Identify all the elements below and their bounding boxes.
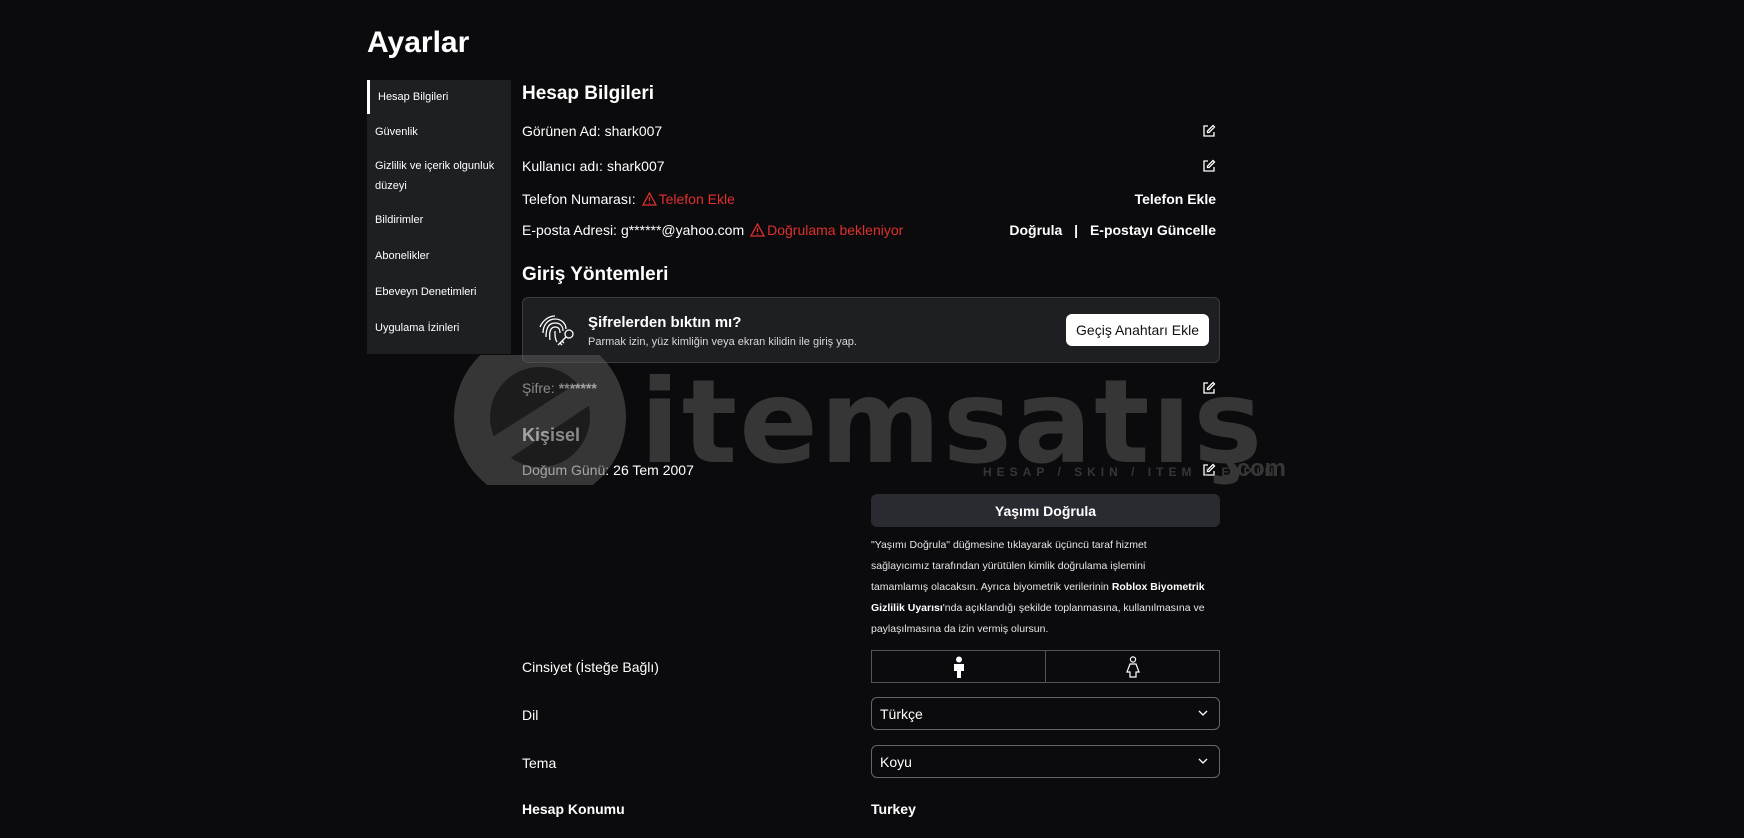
chevron-down-icon: [1198, 710, 1208, 716]
sidebar-item-account-info[interactable]: Hesap Bilgileri: [367, 80, 511, 114]
verify-age-button[interactable]: Yaşımı Doğrula: [871, 494, 1220, 527]
account-location-value: Turkey: [871, 801, 916, 817]
account-location-row: Hesap Konumu Turkey: [522, 799, 1220, 819]
email-actions: Doğrula | E-postayı Güncelle: [1009, 222, 1216, 238]
disclaimer-line: tamamlamış olacaksın. Ayrıca biyometrik …: [871, 577, 1220, 598]
account-info-title: Hesap Bilgileri: [522, 83, 654, 104]
sidebar-item-privacy[interactable]: Gizlilik ve içerik olgunluk: [367, 150, 511, 176]
settings-sidebar: Hesap Bilgileri Güvenlik Gizlilik ve içe…: [367, 80, 511, 354]
display-name-row: Görünen Ad: shark007: [522, 121, 1220, 141]
passkey-banner: Şifrelerden bıktın mı? Parmak izin, yüz …: [522, 297, 1220, 363]
sidebar-item-parental-controls[interactable]: Ebeveyn Denetimleri: [367, 274, 511, 310]
gender-label: Cinsiyet (İsteğe Bağlı): [522, 659, 659, 675]
passkey-subtitle: Parmak izin, yüz kimliğin veya ekran kil…: [588, 336, 857, 348]
language-value: Türkçe: [880, 705, 923, 722]
password-row: Şifre: *******: [522, 378, 1220, 398]
theme-select[interactable]: Koyu: [871, 745, 1220, 778]
gender-female-option[interactable]: [1045, 651, 1219, 682]
chevron-down-icon: [1198, 758, 1208, 764]
watermark-domain: .com: [1230, 455, 1287, 482]
biometric-notice-link[interactable]: Roblox Biyometrik: [1112, 581, 1205, 593]
edit-display-name-icon[interactable]: [1202, 124, 1216, 138]
phone-label: Telefon Numarası:: [522, 191, 636, 207]
biometric-notice-link[interactable]: Gizlilik Uyarısı: [871, 602, 943, 614]
disclaimer-text: 'nda açıklandığı şekilde toplanmasına, k…: [942, 602, 1205, 614]
disclaimer-line: "Yaşımı Doğrula" düğmesine tıklayarak üç…: [871, 539, 1147, 551]
theme-label: Tema: [522, 755, 557, 771]
disclaimer-text: tamamlamış olacaksın. Ayrıca biyometrik …: [871, 581, 1112, 593]
theme-value: Koyu: [880, 753, 912, 770]
password-label: Şifre:: [522, 380, 555, 396]
password-value: *******: [558, 380, 597, 396]
edit-username-icon[interactable]: [1202, 159, 1216, 173]
display-name-value: shark007: [604, 123, 663, 139]
update-email-link[interactable]: E-postayı Güncelle: [1090, 222, 1216, 238]
sidebar-item-security[interactable]: Güvenlik: [367, 114, 511, 150]
edit-password-icon[interactable]: [1202, 381, 1216, 395]
sidebar-item-notifications[interactable]: Bildirimler: [367, 202, 511, 238]
birthday-label: Doğum Günü:: [522, 462, 610, 478]
warning-icon: [641, 192, 657, 206]
email-label: E-posta Adresi:: [522, 222, 617, 238]
sidebar-item-subscriptions[interactable]: Abonelikler: [367, 238, 511, 274]
display-name-label: Görünen Ad:: [522, 123, 601, 139]
settings-page: Ayarlar Hesap Bilgileri Güvenlik Gizlili…: [0, 0, 1744, 838]
gender-selector: [871, 650, 1220, 683]
add-passkey-button[interactable]: Geçiş Anahtarı Ekle: [1066, 314, 1209, 346]
gender-male-option[interactable]: [872, 651, 1045, 682]
email-row: E-posta Adresi: g******@yahoo.com Doğrul…: [522, 220, 1220, 240]
page-title: Ayarlar: [367, 26, 470, 59]
username-label: Kullanıcı adı:: [522, 158, 603, 174]
sidebar-item-app-permissions[interactable]: Uygulama İzinleri: [367, 310, 511, 346]
username-row: Kullanıcı adı: shark007: [522, 156, 1220, 176]
login-methods-title: Giriş Yöntemleri: [522, 264, 669, 285]
sidebar-item-privacy-line2[interactable]: düzeyi: [367, 176, 511, 202]
phone-warning[interactable]: Telefon Ekle: [641, 191, 735, 207]
phone-warning-text: Telefon Ekle: [658, 191, 735, 207]
language-select[interactable]: Türkçe: [871, 697, 1220, 730]
verify-age-disclaimer: "Yaşımı Doğrula" düğmesine tıklayarak üç…: [871, 535, 1220, 640]
birthday-value: 26 Tem 2007: [613, 462, 694, 478]
personal-title: Kişisel: [522, 425, 581, 445]
female-icon: [1125, 655, 1140, 678]
disclaimer-line: sağlayıcımız tarafından yürütülen kimlik…: [871, 560, 1146, 572]
phone-row: Telefon Numarası: Telefon Ekle Telefon E…: [522, 189, 1220, 209]
disclaimer-line: Gizlilik Uyarısı'nda açıklandığı şekilde…: [871, 598, 1220, 619]
email-value: g******@yahoo.com: [620, 222, 745, 238]
language-label: Dil: [522, 707, 539, 723]
edit-birthday-icon[interactable]: [1202, 463, 1216, 477]
birthday-row: Doğum Günü: 26 Tem 2007: [522, 460, 1220, 480]
account-location-label: Hesap Konumu: [522, 801, 625, 817]
male-icon: [953, 656, 964, 678]
disclaimer-line: paylaşılmasına da izin vermiş olursun.: [871, 623, 1049, 635]
warning-icon: [750, 223, 766, 237]
fingerprint-key-icon: [539, 315, 574, 346]
main-content: Hesap Bilgileri Görünen Ad: shark007 Kul…: [522, 0, 1220, 838]
actions-separator: |: [1074, 222, 1079, 238]
username-value: shark007: [606, 158, 665, 174]
add-phone-link[interactable]: Telefon Ekle: [1135, 191, 1216, 207]
passkey-title: Şifrelerden bıktın mı?: [588, 314, 742, 331]
email-warning: Doğrulama bekleniyor: [750, 222, 903, 238]
verify-email-link[interactable]: Doğrula: [1009, 222, 1062, 238]
email-warning-text: Doğrulama bekleniyor: [767, 222, 904, 238]
